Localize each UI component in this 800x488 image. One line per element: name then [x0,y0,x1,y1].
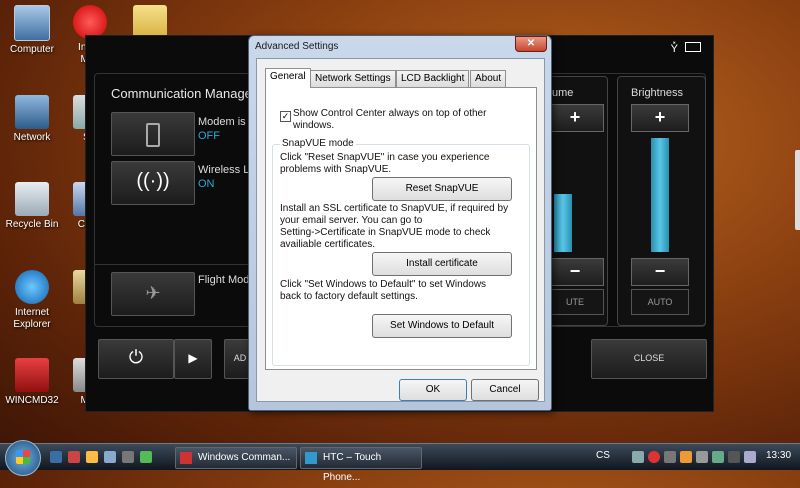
default-description-1: Click "Set Windows to Default" to set Wi… [280,279,487,290]
power-icon: ⏻ [128,347,144,367]
snapvue-group-title: SnapVUE mode [280,138,356,150]
task-windows-commander[interactable]: Windows Comman... [175,447,297,469]
cc-status-icons: Y̽ [671,42,701,55]
brightness-label: Brightness [631,87,683,99]
windows-logo-icon [16,450,30,464]
htc-icon [305,452,317,464]
flight-divider [94,264,264,265]
taskbar: Windows Comman... HTC – Touch Phone... C… [0,440,800,483]
internet-explorer-icon [15,270,49,304]
flight-mode-label: Flight Mod [198,274,250,286]
ssl-description-2: your email server. You can go to [280,215,423,226]
desktop-icon-computer[interactable]: Computer [2,5,62,56]
installer-icon [73,5,107,39]
sidebar-handle[interactable] [795,150,800,230]
volume-minus-button[interactable]: − [546,258,604,286]
volume-plus-button[interactable]: + [546,104,604,132]
recycle-bin-icon [15,182,49,216]
floppy-disk-icon [15,358,49,392]
wireless-icon: ((·)) [136,170,170,192]
language-indicator[interactable]: CS [596,450,610,461]
airplane-icon: ✈ [145,283,161,303]
desktop-icon-recycle-bin[interactable]: Recycle Bin [2,182,62,231]
start-button[interactable] [5,440,41,476]
dialog-title: Advanced Settings [255,41,339,52]
dialog-body: General Network Settings LCD Backlight A… [256,58,545,402]
set-windows-default-button[interactable]: Set Windows to Default [372,314,512,338]
desktop-icon-network[interactable]: Network [2,95,62,144]
play-arrow-icon: ▶ [188,351,198,365]
flight-mode-button[interactable]: ✈ [111,272,195,316]
wireless-state: ON [198,178,215,190]
computer-icon [14,5,50,41]
tray-icon-5[interactable] [696,451,708,463]
tab-network-settings[interactable]: Network Settings [310,70,396,87]
brightness-minus-button[interactable]: − [631,258,689,286]
ok-button[interactable]: OK [399,379,467,401]
folder-icon [133,5,167,39]
power-button[interactable]: ⏻ [98,339,174,379]
always-on-top-checkbox[interactable]: ✓ [280,111,291,122]
modem-state: OFF [198,130,220,142]
reset-description-2: problems with SnapVUE. [280,164,392,175]
floppy-disk-icon [180,452,192,464]
desktop-icon-wincmd32[interactable]: WINCMD32 [2,358,62,407]
close-control-center-button[interactable]: CLOSE [591,339,707,379]
signal-off-icon: Y̽ [670,43,678,55]
brightness-meter [651,138,669,252]
general-tab-panel: ✓ Show Control Center always on top of o… [265,87,537,370]
tray-icon-6[interactable] [712,451,724,463]
battery-icon [685,42,701,52]
advanced-settings-dialog: Advanced Settings ✕ General Network Sett… [248,35,552,411]
cancel-button[interactable]: Cancel [471,379,539,401]
desktop-icon-internet-explorer[interactable]: Internet Explorer [2,270,62,331]
clock[interactable]: 13:30 [766,450,791,461]
network-tray-icon[interactable] [632,451,644,463]
dialog-close-button[interactable]: ✕ [515,36,547,52]
quicklaunch-icon-3[interactable] [86,451,98,463]
ssl-description-1: Install an SSL certificate to SnapVUE, i… [280,203,509,214]
tab-about[interactable]: About [470,70,507,87]
expand-button[interactable]: ▶ [174,339,212,379]
tab-general[interactable]: General [265,68,311,88]
default-description-2: back to factory default settings. [280,291,418,302]
always-on-top-label-2: windows. [293,120,335,131]
volume-tray-icon[interactable] [744,451,756,463]
quicklaunch-icon-4[interactable] [104,451,116,463]
brightness-plus-button[interactable]: + [631,104,689,132]
phone-icon [146,123,160,147]
alert-tray-icon[interactable] [648,451,660,463]
volume-label: ume [552,87,574,99]
modem-toggle-button[interactable] [111,112,195,156]
ssl-description-4: availiable certificates. [280,239,376,250]
task-htc-touch-phone[interactable]: HTC – Touch Phone... [300,447,422,483]
quicklaunch-icon-5[interactable] [122,451,134,463]
tab-lcd-backlight[interactable]: LCD Backlight [396,70,470,87]
quicklaunch-icon-1[interactable] [50,451,62,463]
quicklaunch-icon-2[interactable] [68,451,80,463]
ssl-description-3: Setting->Certificate in SnapVUE mode to … [280,227,491,238]
tray-icon-3[interactable] [664,451,676,463]
install-certificate-button[interactable]: Install certificate [372,252,512,276]
tray-icon-7[interactable] [728,451,740,463]
auto-brightness-button[interactable]: AUTO [631,289,689,315]
always-on-top-label-1: Show Control Center always on top of oth… [293,108,487,119]
communication-manager-title: Communication Manage [111,86,252,101]
quicklaunch-icon-6[interactable] [140,451,152,463]
reset-snapvue-button[interactable]: Reset SnapVUE [372,177,512,201]
tray-icon-4[interactable] [680,451,692,463]
reset-description-1: Click "Reset SnapVUE" in case you experi… [280,152,490,163]
volume-meter [554,194,572,252]
mute-button[interactable]: UTE [546,289,604,315]
network-icon [15,95,49,129]
wireless-toggle-button[interactable]: ((·)) [111,161,195,205]
modem-label: Modem is [198,116,246,128]
wireless-label: Wireless L [198,164,250,176]
